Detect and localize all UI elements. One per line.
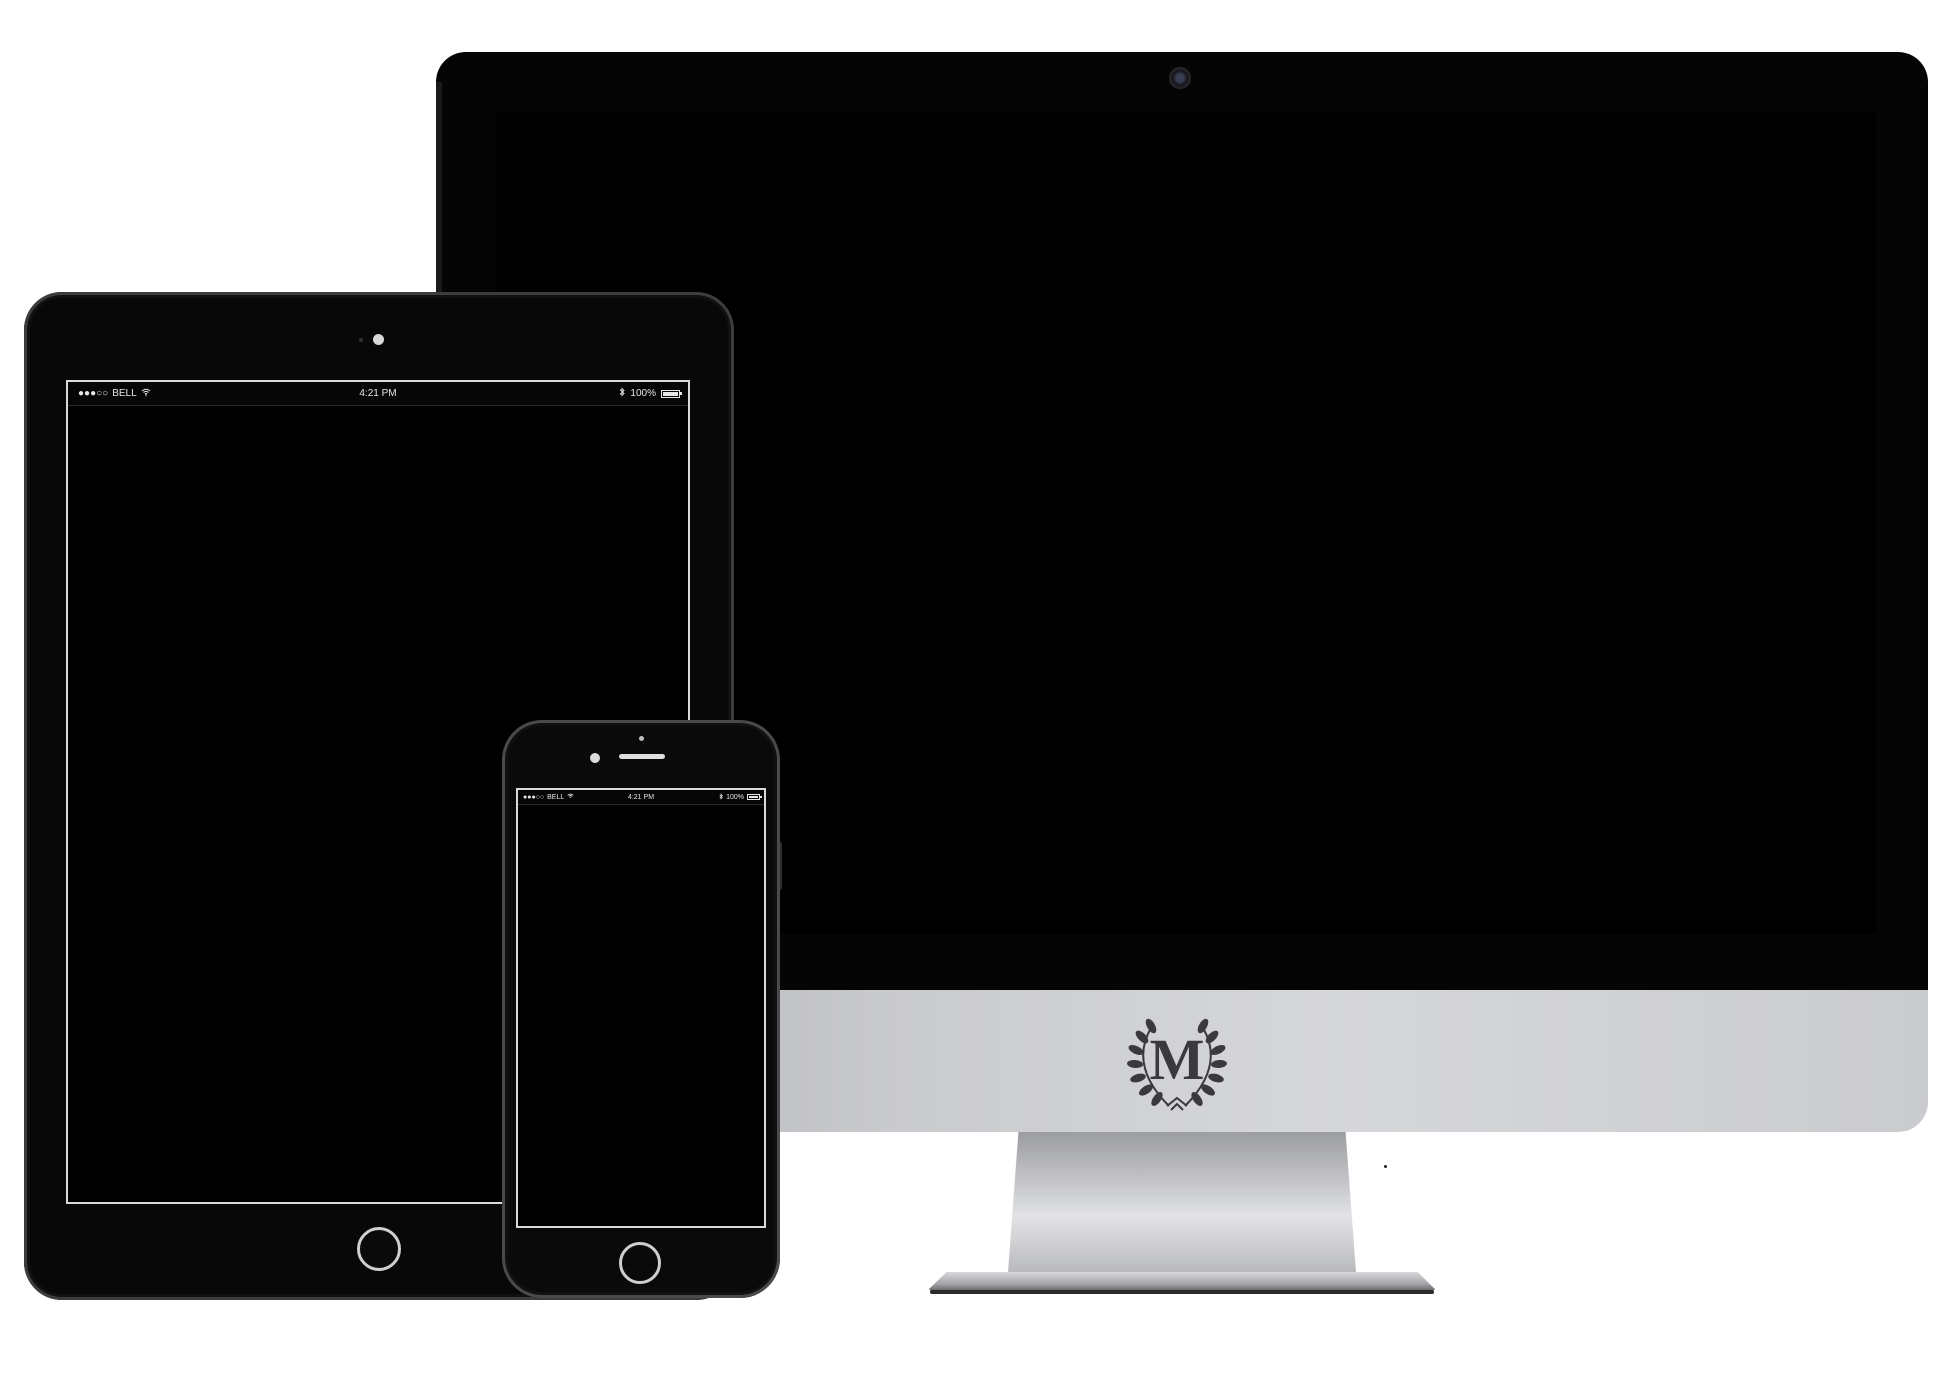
camera-icon [1169, 67, 1191, 89]
battery-icon [661, 389, 682, 398]
home-button-icon[interactable] [357, 1227, 401, 1271]
status-time: 4:21 PM [359, 388, 397, 399]
imac-stand-shadow [930, 1290, 1434, 1294]
battery-icon [747, 794, 762, 800]
logo-letter: M [1149, 1027, 1205, 1092]
iphone-status-bar: ●●●○○ BELL 4:21 PM 100% [518, 790, 764, 805]
camera-icon [373, 334, 384, 345]
speaker-grille [619, 754, 665, 759]
bluetooth-icon [619, 387, 626, 400]
ipad-status-bar: ●●●○○ BELL 4:21 PM 100% [68, 382, 688, 406]
bluetooth-icon [719, 792, 723, 802]
imac-stand-neck [1008, 1132, 1356, 1272]
laurel-wreath-logo-icon: M [1121, 1006, 1233, 1118]
ipad-sensor [359, 338, 363, 342]
battery-percent: 100% [726, 793, 744, 801]
status-time: 4:21 PM [627, 793, 655, 801]
iphone-screen: ●●●○○ BELL 4:21 PM 100% [516, 788, 766, 1228]
camera-icon [590, 753, 600, 763]
imac-stand-foot [926, 1272, 1438, 1292]
home-button-icon[interactable] [619, 1242, 661, 1284]
iphone-body: ●●●○○ BELL 4:21 PM 100% [502, 720, 780, 1298]
dust-speck [1384, 1165, 1387, 1168]
iphone-sensor [639, 736, 644, 741]
battery-percent: 100% [630, 388, 656, 399]
